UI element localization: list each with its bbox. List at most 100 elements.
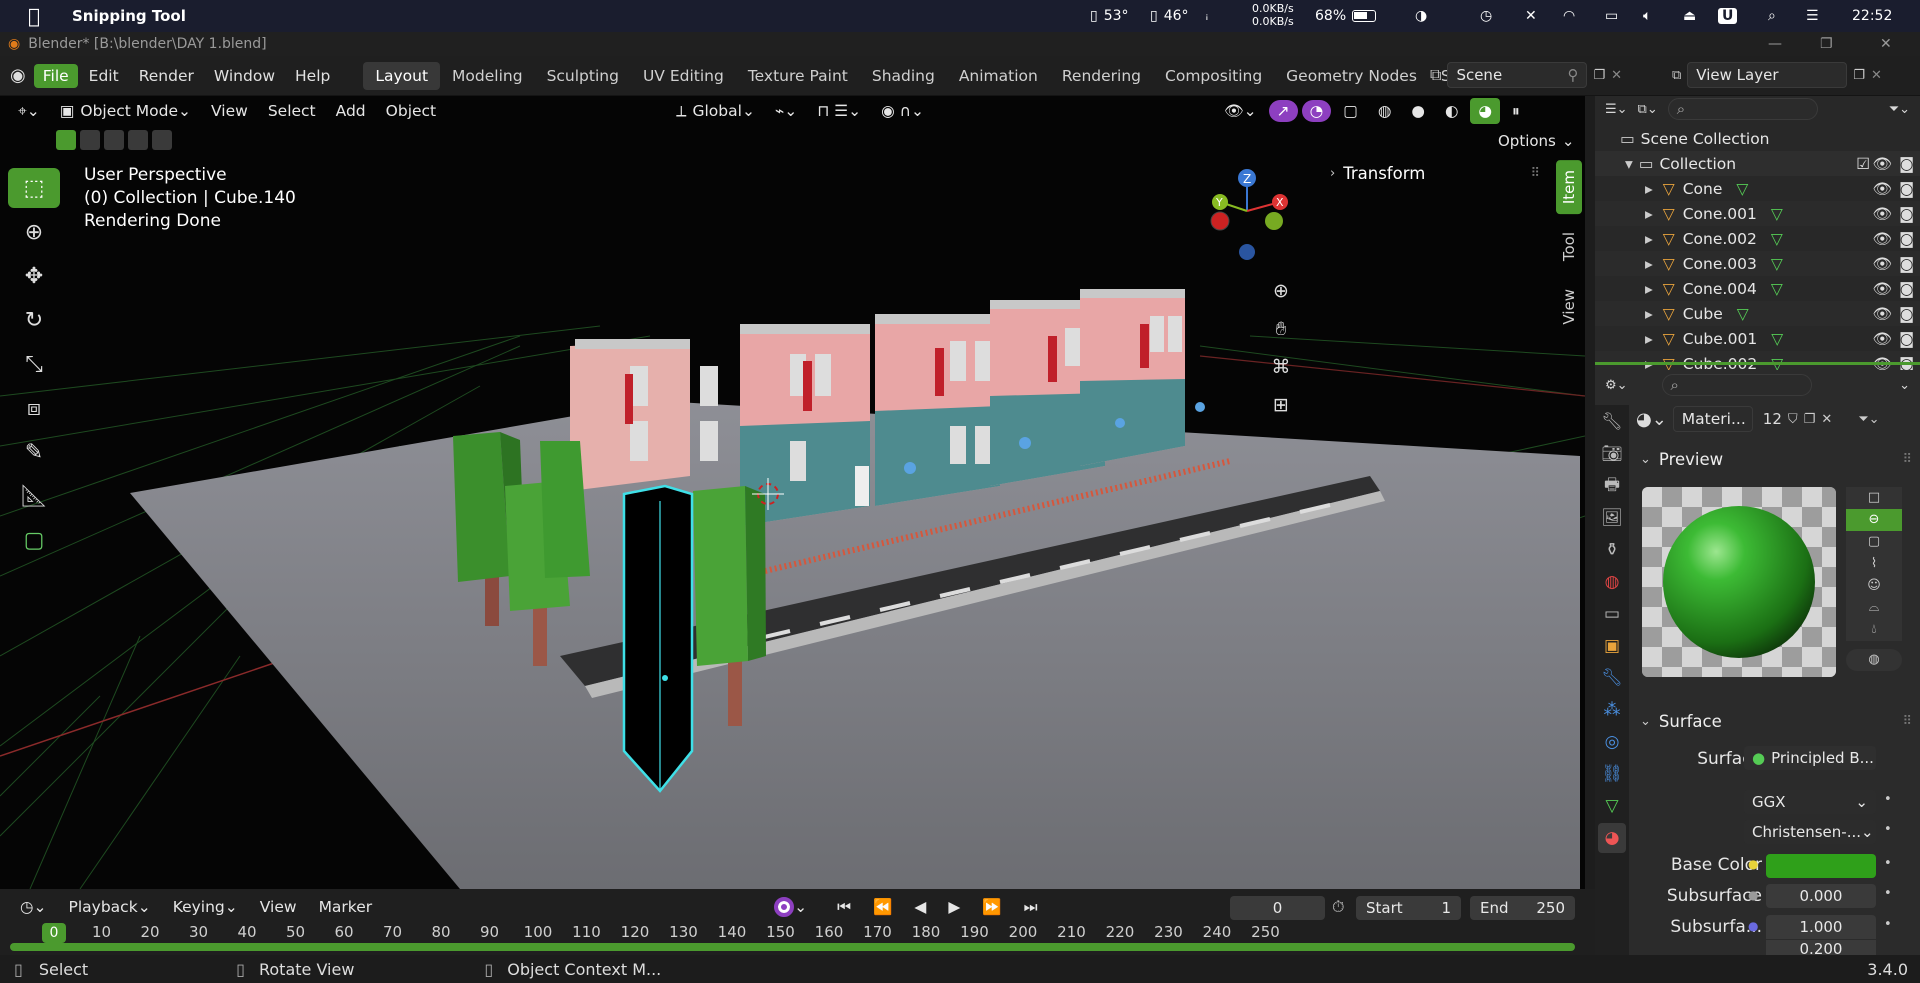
workspace-tab-layout[interactable]: Layout — [363, 61, 441, 90]
mesh-data-icon[interactable]: ▽ — [1736, 180, 1748, 198]
select-menu[interactable]: Select — [260, 98, 324, 124]
eye-icon[interactable]: 👁︎ — [1872, 330, 1892, 348]
view-layer-field[interactable]: View Layer — [1687, 62, 1848, 88]
jump-end-icon[interactable]: ⏭ — [1016, 894, 1046, 920]
subsurface-method-keyframe-dot[interactable]: • — [1884, 822, 1892, 837]
mesh-data-icon[interactable]: ▽ — [1771, 255, 1783, 273]
outliner-object-row[interactable]: ▸ ▽ Cone ▽ 👁︎ ◙ — [1595, 176, 1920, 201]
world-tab-icon[interactable]: ◍ — [1598, 567, 1626, 597]
drag-handle-icon[interactable]: ⠿ — [1902, 452, 1912, 467]
proportional-edit-icon[interactable]: ◉ ∩⌄ — [873, 98, 932, 124]
select-invert-icon[interactable] — [128, 130, 148, 150]
editor-type-icon[interactable]: ◷⌄ — [12, 894, 55, 920]
display-icon[interactable]: ◑ — [1415, 0, 1427, 32]
subsurface-method-dropdown[interactable]: Christensen-... ⌄ — [1744, 820, 1876, 844]
eject-icon[interactable]: ⏏ — [1683, 0, 1696, 32]
timeline-view-menu[interactable]: View — [252, 894, 305, 920]
shading-solid-icon[interactable]: ● — [1403, 98, 1433, 124]
measure-tool-icon[interactable]: 📐︎ — [8, 476, 60, 516]
select-box-tool-icon[interactable]: ⬚ — [8, 168, 60, 208]
menu-edit[interactable]: Edit — [80, 64, 128, 88]
physics-tab-icon[interactable]: ◎ — [1598, 727, 1626, 757]
object-menu[interactable]: Object — [378, 98, 444, 124]
add-menu[interactable]: Add — [328, 98, 374, 124]
distribution-dropdown[interactable]: GGX ⌄ — [1744, 790, 1876, 814]
preview-hair-icon[interactable]: ⌇ — [1846, 553, 1902, 575]
rotate-tool-icon[interactable]: ↻ — [8, 300, 60, 340]
user-icon[interactable]: U — [1718, 0, 1738, 32]
camera-icon[interactable]: ◙ — [1899, 155, 1914, 173]
control-center-icon[interactable]: ☰ — [1806, 0, 1819, 32]
wifi-icon[interactable]: ◠ — [1563, 0, 1575, 32]
current-frame-field[interactable]: 0 — [1230, 896, 1325, 920]
subsurface-radius-keyframe-dot[interactable]: • — [1884, 917, 1892, 932]
unlink-material-icon[interactable]: ✕ — [1821, 412, 1832, 427]
editor-type-icon[interactable]: ☰⌄ — [1605, 102, 1628, 117]
chevron-right-icon[interactable]: ▸ — [1645, 305, 1653, 323]
base-color-swatch[interactable] — [1766, 854, 1876, 878]
eye-icon[interactable]: 👁︎ — [1872, 205, 1892, 223]
shading-material-icon[interactable]: ◐ — [1437, 98, 1467, 124]
tab-tool[interactable]: Tool — [1556, 222, 1582, 271]
chevron-right-icon[interactable]: ▸ — [1645, 180, 1653, 198]
drag-handle-icon[interactable]: ⠿ — [1530, 166, 1540, 181]
workspace-tab-shading[interactable]: Shading — [860, 62, 947, 90]
pin-icon[interactable]: ⚲ — [1567, 66, 1578, 84]
render-tab-icon[interactable]: 📷︎ — [1598, 439, 1626, 469]
preview-cloth-icon[interactable]: ⌓ — [1846, 597, 1902, 619]
color-socket-icon[interactable]: ● — [1748, 857, 1758, 871]
transform-orientation-dropdown[interactable]: ⟂ Global ⌄ — [668, 98, 763, 124]
start-frame-field[interactable]: Start 1 — [1356, 896, 1461, 920]
clock[interactable]: 22:52 — [1852, 0, 1892, 32]
camera-view-icon[interactable]: ⌘ — [1266, 348, 1296, 386]
screen-mirror-icon[interactable]: ▭ — [1605, 0, 1618, 32]
fake-user-shield-icon[interactable]: ⛉ — [1788, 412, 1798, 427]
mesh-data-icon[interactable]: ▽ — [1737, 305, 1749, 323]
pan-hand-icon[interactable]: ✋︎ — [1266, 310, 1296, 348]
menu-file[interactable]: File — [33, 63, 78, 88]
move-tool-icon[interactable]: ✥ — [8, 256, 60, 296]
gizmo-toggle-icon[interactable]: ↗ — [1268, 100, 1298, 122]
mesh-data-icon[interactable]: ▽ — [1771, 205, 1783, 223]
collection-tab-icon[interactable]: ▭ — [1598, 599, 1626, 629]
frame-range-bar[interactable] — [10, 943, 1575, 951]
duplicate-material-icon[interactable]: ❐ — [1804, 412, 1816, 427]
exclude-checkbox[interactable]: ☑ — [1856, 155, 1870, 173]
end-frame-field[interactable]: End 250 — [1470, 896, 1575, 920]
add-cube-tool-icon[interactable]: ▢ — [8, 520, 60, 560]
preview-fluid-icon[interactable]: 💧︎ — [1846, 619, 1902, 641]
volume-icon[interactable]: 🔈︎ — [1643, 0, 1651, 32]
select-subtract-icon[interactable] — [104, 130, 124, 150]
transform-panel-header[interactable]: › Transform ⠿ — [1330, 162, 1540, 185]
maximize-button[interactable]: ❐ — [1820, 36, 1833, 52]
data-tab-icon[interactable]: ▽ — [1598, 791, 1626, 821]
material-name-field[interactable]: Materi... — [1672, 406, 1753, 432]
neg-y-handle[interactable] — [1265, 212, 1283, 230]
delete-view-layer-icon[interactable]: ✕ — [1871, 68, 1882, 83]
3d-viewport[interactable]: User Perspective (0) Collection | Cube.1… — [0, 96, 1585, 889]
outliner-object-row[interactable]: ▸ ▽ Cone.002 ▽ 👁︎ ◙ — [1595, 226, 1920, 251]
play-reverse-icon[interactable]: ◀ — [906, 894, 934, 920]
selected-object-cube-140[interactable] — [622, 484, 694, 793]
preview-panel-header[interactable]: ⌄ Preview ⠿ — [1640, 450, 1912, 469]
mesh-data-icon[interactable]: ▽ — [1771, 330, 1783, 348]
camera-icon[interactable]: ◙ — [1899, 280, 1914, 298]
pivot-icon[interactable]: ⌁⌄ — [767, 98, 805, 124]
outliner-object-row[interactable]: ▸ ▽ Cone.004 ▽ 👁︎ ◙ — [1595, 276, 1920, 301]
camera-icon[interactable]: ◙ — [1899, 255, 1914, 273]
tab-item[interactable]: Item — [1556, 160, 1582, 215]
new-view-layer-icon[interactable]: ❐ — [1853, 68, 1865, 83]
chevron-right-icon[interactable]: ▸ — [1645, 280, 1653, 298]
output-tab-icon[interactable]: 🖶 — [1598, 471, 1626, 501]
playback-menu[interactable]: Playback ⌄ — [61, 894, 159, 920]
filter-icon[interactable]: ⏷⌄ — [1889, 102, 1910, 117]
xray-icon[interactable]: ▢ — [1335, 98, 1366, 124]
workspace-tab-compositing[interactable]: Compositing — [1153, 62, 1274, 90]
close-button[interactable]: ✕ — [1880, 36, 1892, 52]
outliner-object-row[interactable]: ▸ ▽ Cone.003 ▽ 👁︎ ◙ — [1595, 251, 1920, 276]
camera-icon[interactable]: ◙ — [1899, 230, 1914, 248]
auto-keying-button[interactable]: ⌄ — [766, 894, 815, 920]
new-scene-icon[interactable]: ❐ — [1593, 68, 1605, 83]
spotlight-search-icon[interactable]: ⌕ — [1768, 0, 1776, 32]
bluetooth-icon[interactable]: ✕ — [1525, 0, 1537, 32]
